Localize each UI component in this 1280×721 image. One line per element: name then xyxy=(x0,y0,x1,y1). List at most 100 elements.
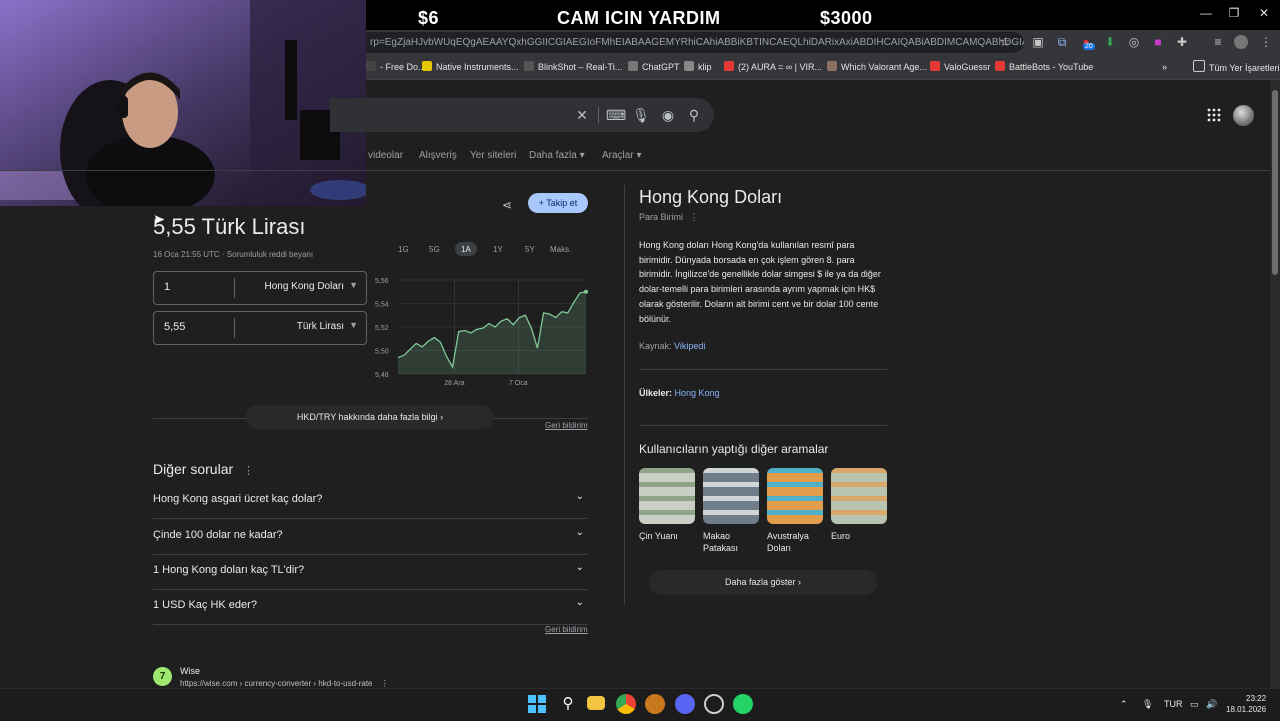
clock[interactable]: 23:2218.01.2026 xyxy=(1226,693,1266,715)
range-1m[interactable]: 1A xyxy=(461,245,471,254)
to-currency-field[interactable]: 5,55 Türk Lirası ▼ xyxy=(153,311,367,345)
source-link[interactable]: Vikipedi xyxy=(674,341,705,351)
range-5y[interactable]: 5Y xyxy=(525,245,535,254)
microphone-tray-icon[interactable]: 🎙 xyxy=(1142,699,1153,710)
clear-search-icon[interactable]: ✕ xyxy=(573,107,591,124)
knowledge-panel-subtitle: Para Birimi ⋮ xyxy=(639,212,699,223)
all-bookmarks[interactable]: Tüm Yer İşaretleri xyxy=(1193,60,1280,74)
share-icon[interactable]: ⋖ xyxy=(502,198,512,212)
more-options-icon[interactable]: ⋮ xyxy=(381,679,389,688)
extension-icon[interactable]: ▣ xyxy=(1030,34,1046,50)
show-more-button[interactable]: Daha fazla göster › xyxy=(649,570,877,595)
bookmark-item[interactable]: ChatGPT xyxy=(628,60,680,74)
chevron-down-icon: ⌄ xyxy=(576,562,584,573)
windows-start-icon[interactable] xyxy=(528,695,546,713)
overlay-right-text: $3000 xyxy=(820,8,873,29)
discord-icon[interactable] xyxy=(675,694,695,714)
more-bookmarks-icon[interactable]: » xyxy=(1162,60,1167,74)
range-1d[interactable]: 1G xyxy=(398,245,409,254)
bookmark-item[interactable]: Native Instruments... xyxy=(422,60,519,74)
address-bar[interactable]: rp=EgZjaHJvbWUqEQgAEAAYQxhGGIICGIAEGIoFM… xyxy=(366,32,1024,53)
microphone-icon[interactable]: 🎙 xyxy=(632,107,650,124)
bookmark-favicon-icon xyxy=(995,61,1005,71)
bookmark-item[interactable]: Which Valorant Age... xyxy=(827,60,927,74)
country-link[interactable]: Hong Kong xyxy=(675,388,720,398)
divider xyxy=(234,278,235,298)
file-explorer-icon[interactable] xyxy=(587,696,605,710)
bookmark-favicon-icon xyxy=(524,61,534,71)
search-input[interactable] xyxy=(330,98,714,132)
translate-icon[interactable]: ⧉ xyxy=(1054,34,1070,50)
result-url[interactable]: https://wise.com › currency-converter › … xyxy=(180,679,389,688)
tab-shopping[interactable]: Alışveriş xyxy=(419,150,457,161)
feedback-link[interactable]: Geri bildirim xyxy=(545,421,588,430)
puzzle-icon[interactable]: ✚ xyxy=(1174,34,1190,50)
related-search-item[interactable]: Avustralya Doları xyxy=(767,468,823,554)
feedback-link[interactable]: Geri bildirim xyxy=(545,625,588,634)
from-currency-select[interactable]: Hong Kong Doları xyxy=(265,281,345,292)
chevron-up-icon[interactable]: ⌃ xyxy=(1120,699,1128,710)
star-bookmark-icon[interactable]: ☆ xyxy=(997,34,1013,50)
tab-more[interactable]: Daha fazla ▾ xyxy=(529,150,585,161)
chrome-icon[interactable] xyxy=(616,694,636,714)
related-search-item[interactable]: Çin Yuanı xyxy=(639,468,695,542)
profile-icon[interactable] xyxy=(1234,35,1248,49)
question-item[interactable]: 1 Hong Kong doları kaç TL'dir?⌄ xyxy=(153,554,588,590)
bookmark-item[interactable]: - Free Do... xyxy=(366,60,426,74)
media-icon[interactable]: ≡ xyxy=(1210,34,1226,50)
banknote-image xyxy=(767,468,823,524)
search-icon[interactable]: ⚲ xyxy=(685,107,703,124)
bookmark-item[interactable]: ValoGuessr xyxy=(930,60,990,74)
menu-icon[interactable]: ⋮ xyxy=(1258,34,1274,50)
bookmark-item[interactable]: (2) AURA = ∞ | VIR... xyxy=(724,60,822,74)
knowledge-panel-description: Hong Kong doları Hong Kong'da kullanılan… xyxy=(639,238,889,326)
whatsapp-icon[interactable] xyxy=(733,694,753,714)
result-site-name[interactable]: Wise xyxy=(180,666,200,676)
more-info-button[interactable]: HKD/TRY hakkında daha fazla bilgi › xyxy=(246,405,494,429)
chevron-down-icon: ⌄ xyxy=(576,491,584,502)
download-icon[interactable]: ⬇ xyxy=(1102,34,1118,50)
apps-grid-icon[interactable] xyxy=(1207,108,1221,122)
to-amount-input[interactable]: 5,55 xyxy=(164,321,185,333)
bookmark-item[interactable]: BlinkShot – Real-Ti... xyxy=(524,60,622,74)
to-currency-select[interactable]: Türk Lirası xyxy=(297,321,344,332)
scrollbar-thumb[interactable] xyxy=(1272,90,1278,275)
bookmark-item[interactable]: BattleBots - YouTube xyxy=(995,60,1093,74)
network-icon[interactable]: ▭ xyxy=(1190,699,1199,710)
follow-button[interactable]: + Takip et xyxy=(528,193,588,213)
bookmark-item[interactable]: klip xyxy=(684,60,712,74)
from-currency-field[interactable]: 1 Hong Kong Doları ▼ xyxy=(153,271,367,305)
range-5d[interactable]: 5G xyxy=(429,245,440,254)
from-amount-input[interactable]: 1 xyxy=(164,281,170,293)
range-max[interactable]: Maks. xyxy=(550,245,571,254)
tab-places[interactable]: Yer siteleri xyxy=(470,150,516,161)
x-tick-label: 7 Oca xyxy=(509,380,528,387)
related-search-item[interactable]: Euro xyxy=(831,468,887,542)
avatar[interactable] xyxy=(1233,105,1254,126)
language-indicator[interactable]: TUR xyxy=(1164,699,1183,709)
related-search-item[interactable]: Makao Patakası xyxy=(703,468,759,554)
app-icon[interactable] xyxy=(704,694,724,714)
tab-videos[interactable]: videolar xyxy=(368,150,403,161)
extension-icon-3[interactable]: ■ xyxy=(1150,34,1166,50)
bookmark-favicon-icon xyxy=(684,61,694,71)
more-options-icon[interactable]: ⋮ xyxy=(243,465,254,477)
brave-icon[interactable] xyxy=(645,694,665,714)
mouse-cursor-icon: ➤ xyxy=(153,211,165,228)
banknote-image xyxy=(703,468,759,524)
more-options-icon[interactable]: ⋮ xyxy=(690,212,699,222)
volume-icon[interactable]: 🔊 xyxy=(1206,699,1217,710)
close-window-icon[interactable]: ✕ xyxy=(1254,6,1274,20)
restore-icon[interactable]: ❐ xyxy=(1224,6,1244,20)
tab-tools[interactable]: Araçlar ▾ xyxy=(602,150,642,161)
search-taskbar-icon[interactable]: ⚲ xyxy=(558,694,578,714)
lens-icon[interactable]: ◉ xyxy=(659,107,677,124)
wise-logo-icon[interactable]: 7 xyxy=(153,667,172,686)
keyboard-icon[interactable]: ⌨ xyxy=(606,107,624,124)
range-1y[interactable]: 1Y xyxy=(493,245,503,254)
question-item[interactable]: Hong Kong asgari ücret kaç dolar?⌄ xyxy=(153,483,588,519)
question-item[interactable]: Çinde 100 dolar ne kadar?⌄ xyxy=(153,519,588,555)
extension-icon-2[interactable]: ◎ xyxy=(1126,34,1142,50)
question-item[interactable]: 1 USD Kaç HK eder?⌄ xyxy=(153,589,588,625)
minimize-icon[interactable]: — xyxy=(1196,6,1216,20)
